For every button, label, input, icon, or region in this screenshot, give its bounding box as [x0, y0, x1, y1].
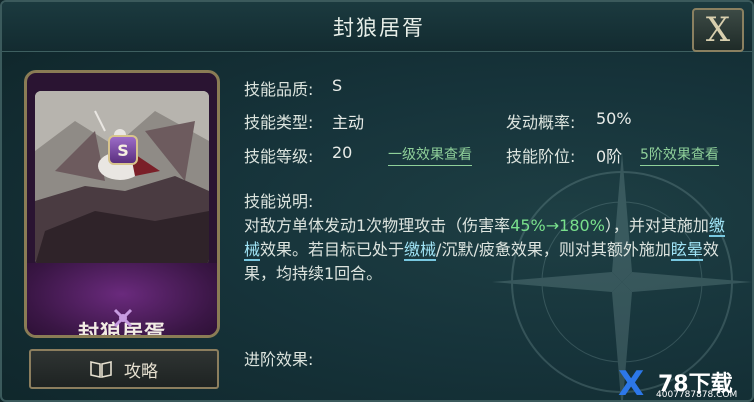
status-stun-link[interactable]: 眩晕	[670, 240, 703, 261]
weapon-cross-icon	[113, 308, 133, 328]
watermark-url: 4007787878.COM	[656, 390, 738, 400]
desc-text-3: 效果。若目标已处于	[260, 240, 405, 259]
probability-label: 发动概率:	[506, 113, 576, 132]
skill-detail-panel: 封狼居胥 X S 封狼居胥 攻略 技能品质: S 技能类型: 主动 发动概率: …	[0, 0, 754, 402]
stage-label: 技能阶位:	[506, 147, 576, 166]
grade-badge-label: S	[117, 140, 129, 160]
skill-description: 对敌方单体发动1次物理攻击（伤害率45%→180%），并对其施加缴械效果。若目标…	[244, 214, 734, 286]
level-value: 20	[332, 143, 353, 162]
stage-value: 0阶	[596, 147, 623, 166]
watermark-logo: X	[618, 364, 645, 402]
desc-text-1: 对敌方单体发动1次物理攻击（伤害率	[244, 216, 511, 235]
window-title: 封狼居胥	[333, 16, 425, 40]
quality-label: 技能品质:	[244, 80, 314, 99]
advance-effect-label: 进阶效果:	[244, 350, 314, 369]
skill-card: S 封狼居胥	[24, 70, 220, 338]
probability-value: 50%	[596, 109, 632, 128]
strategy-button-label: 攻略	[124, 361, 158, 382]
level-effect-link[interactable]: 一级效果查看	[388, 144, 472, 166]
type-value: 主动	[332, 113, 365, 132]
type-label: 技能类型:	[244, 113, 314, 132]
title-bar: 封狼居胥 X	[2, 2, 752, 52]
desc-text-2: ），并对其施加	[604, 216, 709, 235]
card-artwork	[35, 91, 209, 265]
site-watermark: X 78下载 4007787878.COM	[612, 362, 752, 402]
close-button[interactable]: X	[692, 8, 744, 52]
desc-text-4: /沉默/疲惫效果，则对其额外施加	[436, 240, 671, 259]
level-label: 技能等级:	[244, 147, 314, 166]
stage-effect-link[interactable]: 5阶效果查看	[640, 144, 719, 166]
close-icon: X	[705, 10, 731, 50]
grade-badge: S	[108, 135, 138, 165]
description-label: 技能说明:	[244, 192, 314, 211]
damage-rate: 45%→180%	[510, 216, 605, 235]
book-icon	[90, 361, 112, 378]
quality-value: S	[332, 76, 343, 95]
status-disarm-link-2[interactable]: 缴械	[404, 240, 437, 261]
strategy-button[interactable]: 攻略	[29, 349, 219, 389]
